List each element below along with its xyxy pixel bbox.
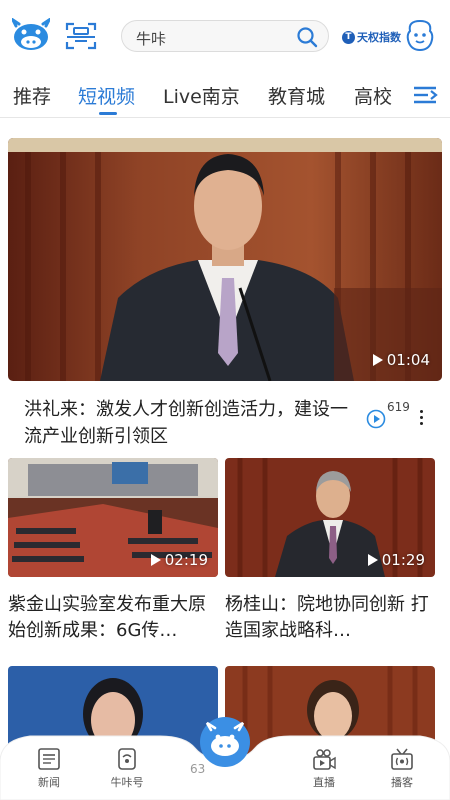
tab-universities[interactable]: 高校 — [354, 82, 392, 109]
tab-recommend[interactable]: 推荐 — [13, 82, 51, 109]
video-card-thumbnail[interactable]: 02:19 — [8, 458, 218, 577]
brand-label: 天权指数 — [357, 31, 401, 44]
video-duration: 02:19 — [150, 551, 208, 569]
video-duration: 01:29 — [367, 551, 425, 569]
video-card-title[interactable]: 紫金山实验室发布重大原始创新成果：6G传… — [8, 592, 220, 644]
search-input[interactable]: 牛咔 — [136, 28, 166, 49]
play-icon — [150, 554, 161, 566]
duration-text: 02:19 — [164, 551, 208, 569]
nav-niuka-account[interactable]: 牛咔号 — [103, 746, 151, 790]
brand-badge[interactable]: T 天权指数 — [342, 29, 401, 45]
video-duration: 01:04 — [372, 351, 430, 369]
hero-video-title[interactable]: 洪礼来：激发人才创新创造活力，建设一流产业创新引领区 — [24, 396, 354, 450]
channel-menu-icon[interactable] — [412, 84, 438, 106]
tab-short-video[interactable]: 短视频 — [78, 82, 135, 109]
view-count-text: 619 — [387, 400, 410, 414]
nav-podcast-label: 播客 — [391, 776, 413, 789]
newspaper-icon — [38, 748, 60, 770]
app-logo-icon[interactable] — [12, 18, 50, 52]
nav-niuka-account-label: 牛咔号 — [110, 776, 144, 789]
nav-podcast[interactable]: 播客 — [378, 746, 426, 790]
tab-live-nanjing[interactable]: Live南京 — [163, 82, 240, 109]
active-tab-indicator — [99, 112, 117, 115]
hero-video-image — [8, 138, 442, 381]
nav-news-label: 新闻 — [38, 776, 60, 789]
hero-video-thumbnail[interactable]: 01:04 — [8, 138, 442, 381]
user-avatar-icon[interactable] — [404, 19, 436, 53]
view-count: 619 — [366, 400, 412, 430]
play-icon — [367, 554, 378, 566]
broadcast-phone-icon — [118, 748, 136, 770]
radio-icon — [391, 748, 413, 770]
more-options-icon[interactable] — [418, 410, 424, 430]
play-circle-icon — [366, 409, 386, 429]
channel-tabs: 推荐 短视频 Live南京 教育城 高校 — [0, 72, 450, 118]
nav-live-label: 直播 — [313, 776, 335, 789]
play-icon — [372, 354, 383, 366]
tab-education-city[interactable]: 教育城 — [268, 82, 325, 109]
fab-badge: 63 — [190, 762, 206, 776]
duration-text: 01:29 — [381, 551, 425, 569]
top-header: 牛咔 T 天权指数 — [0, 0, 450, 72]
search-icon[interactable] — [296, 26, 318, 48]
home-mascot-icon[interactable] — [199, 716, 251, 768]
video-camera-icon — [313, 749, 336, 770]
search-bar[interactable]: 牛咔 — [121, 20, 329, 52]
video-card-title[interactable]: 杨桂山：院地协同创新 打造国家战略科… — [225, 592, 437, 644]
nav-live[interactable]: 直播 — [300, 746, 348, 790]
brand-logo-icon: T — [342, 30, 355, 44]
nav-news[interactable]: 新闻 — [25, 746, 73, 790]
video-card-thumbnail[interactable]: 01:29 — [225, 458, 435, 577]
scan-icon[interactable] — [64, 20, 98, 52]
duration-text: 01:04 — [386, 351, 430, 369]
